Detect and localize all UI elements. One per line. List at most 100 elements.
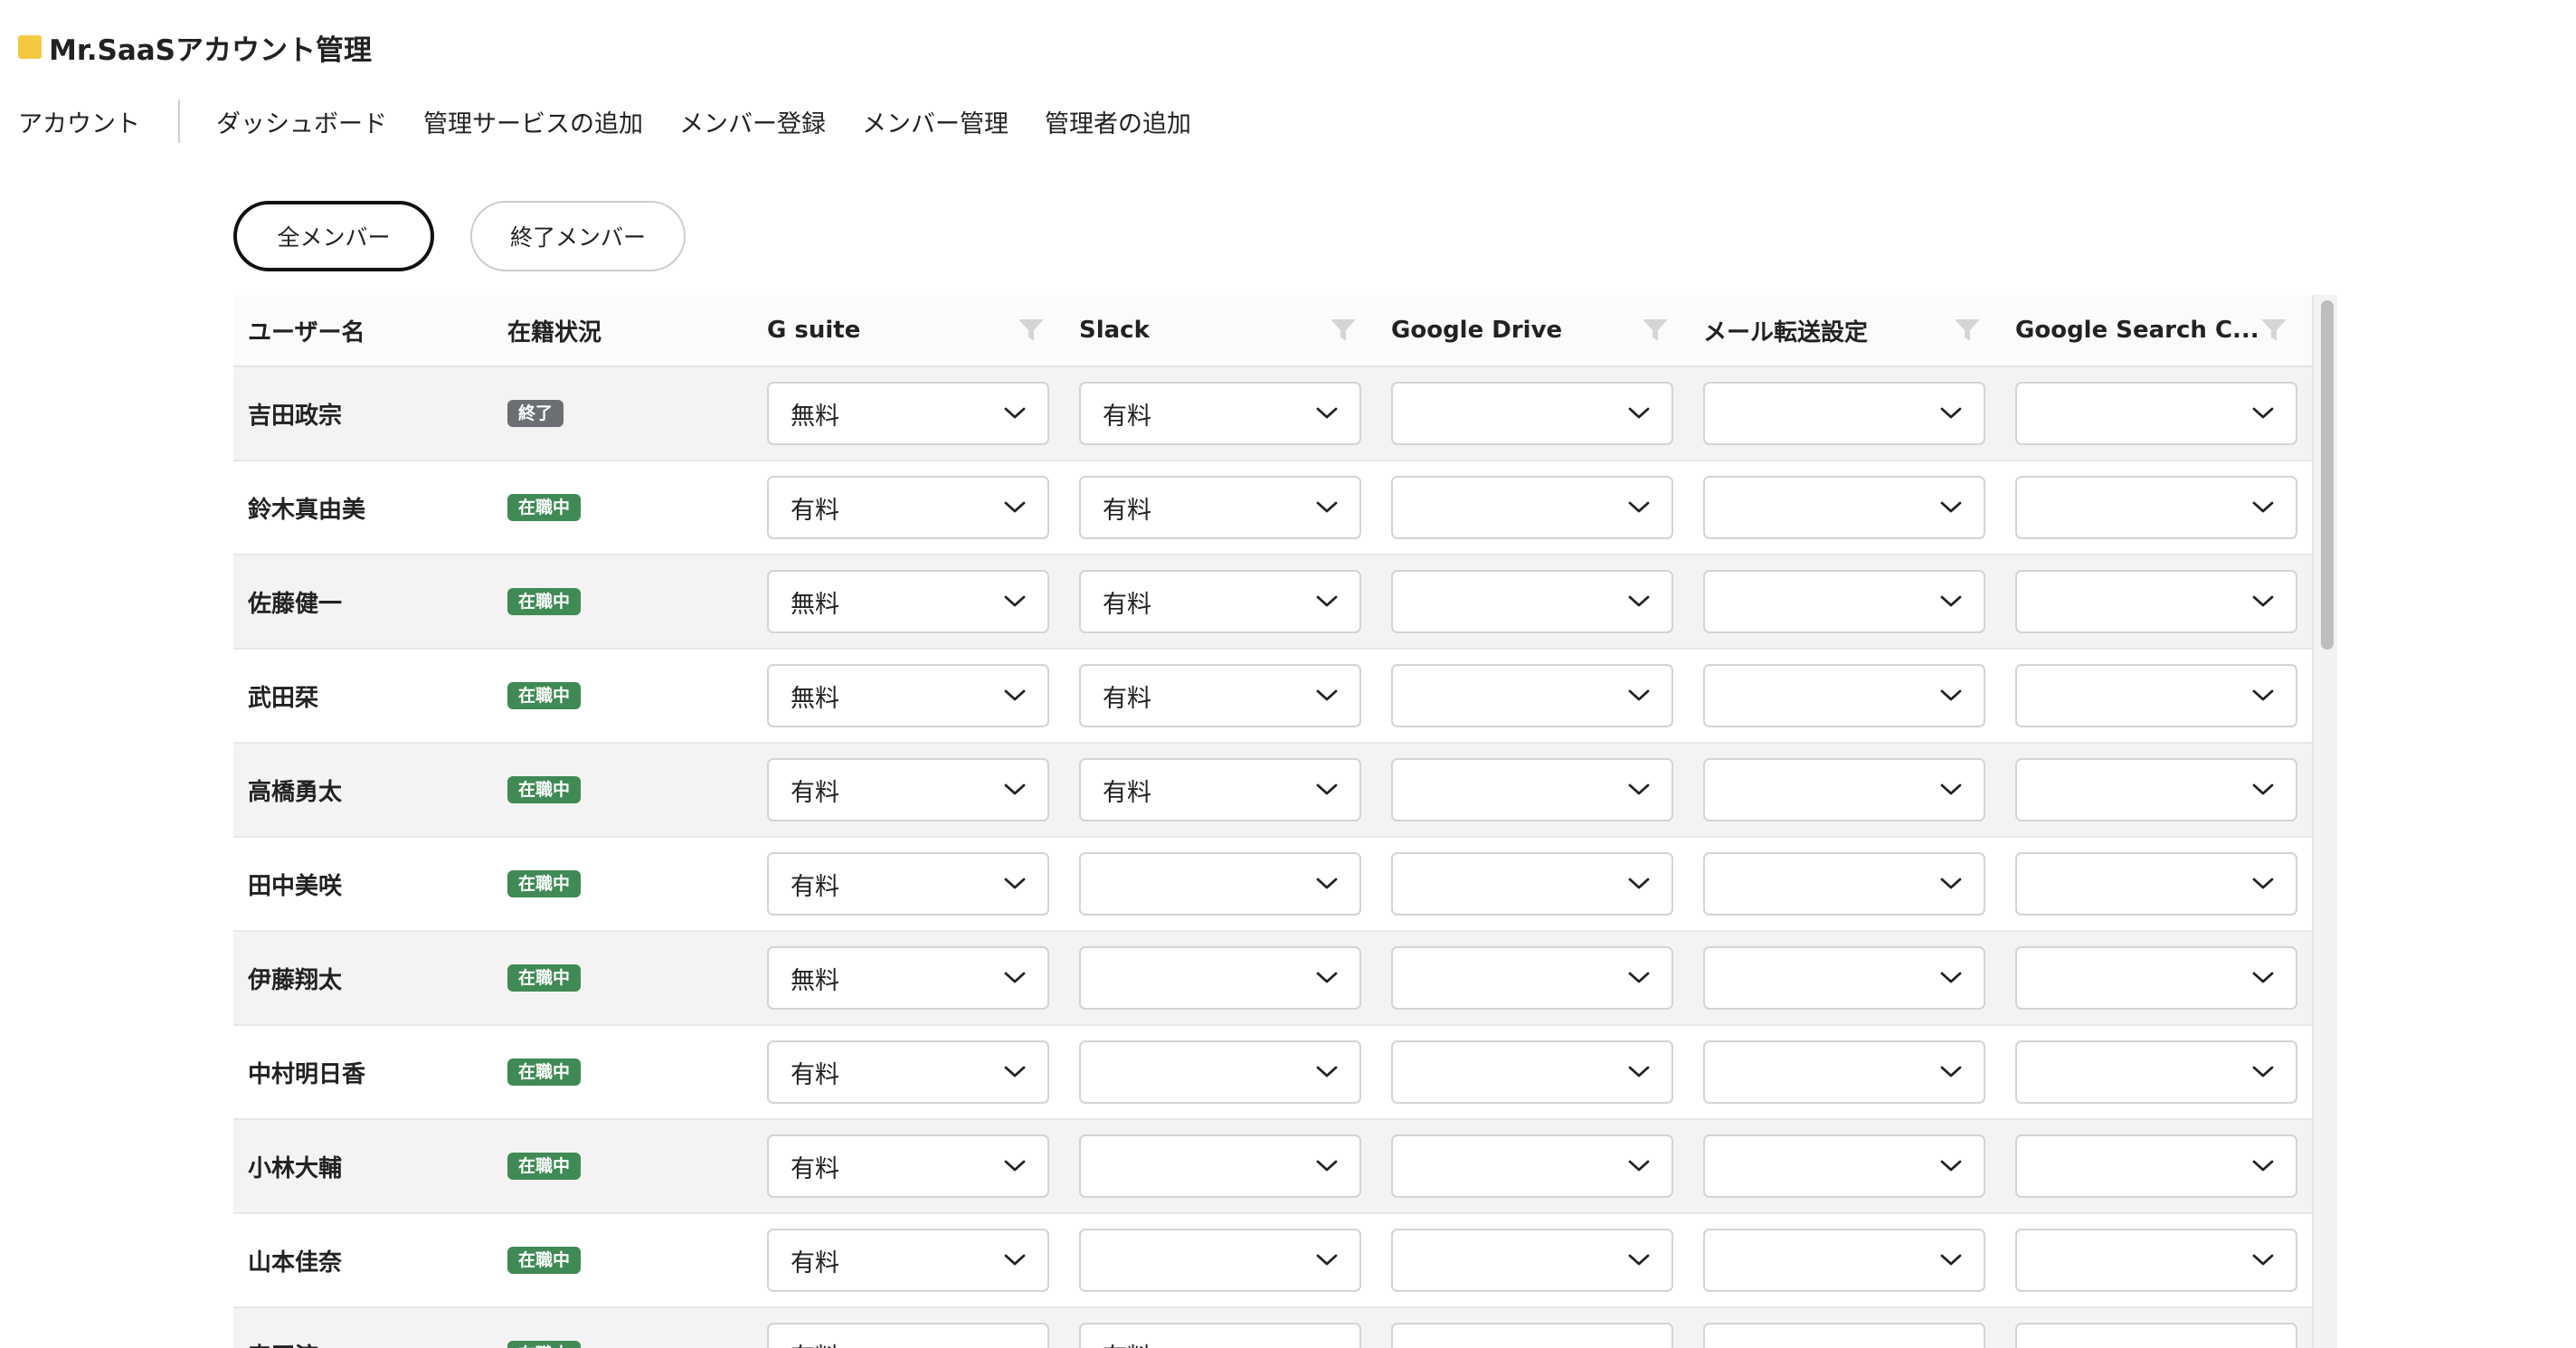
plan-select[interactable] xyxy=(1391,1323,1673,1348)
plan-select-value: 有料 xyxy=(791,778,839,807)
plan-select[interactable] xyxy=(2015,1134,2297,1198)
scrollbar-thumb[interactable] xyxy=(2321,300,2334,650)
plan-select[interactable] xyxy=(2015,1323,2297,1348)
nav-link-member-manage[interactable]: メンバー管理 xyxy=(862,104,1009,139)
plan-select[interactable]: 無料 xyxy=(767,570,1049,633)
plan-select[interactable] xyxy=(2015,758,2297,821)
plan-select[interactable] xyxy=(1391,1040,1673,1104)
tab-ended-members[interactable]: 終了メンバー xyxy=(470,201,686,271)
plan-select[interactable]: 無料 xyxy=(767,382,1049,445)
plan-select[interactable]: 有料 xyxy=(1079,570,1361,633)
table-scrollbar[interactable] xyxy=(2312,295,2337,1348)
status-cell: 在職中 xyxy=(493,555,753,648)
plan-select[interactable] xyxy=(2015,476,2297,539)
filter-icon[interactable] xyxy=(1330,318,1357,342)
plan-select[interactable] xyxy=(1391,1229,1673,1292)
plan-select[interactable] xyxy=(1391,664,1673,727)
plan-select[interactable] xyxy=(1391,758,1673,821)
service-cell: 有料 xyxy=(1065,461,1377,554)
filter-icon[interactable] xyxy=(1018,318,1045,342)
plan-select[interactable] xyxy=(1703,1040,1985,1104)
table-row: 小林大輔 在職中 有料 xyxy=(233,1120,2312,1214)
header-service-label: Slack xyxy=(1079,317,1150,344)
plan-select[interactable]: 無料 xyxy=(767,946,1049,1010)
nav-links: ダッシュボード 管理サービスの追加 メンバー登録 メンバー管理 管理者の追加 xyxy=(216,104,1227,139)
chevron-down-icon xyxy=(1628,1160,1650,1172)
service-cell xyxy=(1377,932,1689,1024)
service-cell: 有料 xyxy=(753,1120,1065,1212)
plan-select[interactable] xyxy=(1703,1323,1985,1348)
plan-select[interactable]: 有料 xyxy=(1079,1323,1361,1348)
filter-icon[interactable] xyxy=(1954,318,1981,342)
service-cell xyxy=(2001,367,2307,460)
status-badge: 在職中 xyxy=(507,1340,582,1348)
plan-select[interactable]: 有料 xyxy=(1079,758,1361,821)
plan-select[interactable]: 有料 xyxy=(767,476,1049,539)
plan-select[interactable]: 有料 xyxy=(1079,382,1361,445)
plan-select[interactable] xyxy=(1391,852,1673,916)
plan-select-value: 無料 xyxy=(791,966,839,995)
filter-icon[interactable] xyxy=(2260,318,2287,342)
plan-select[interactable] xyxy=(1703,664,1985,727)
status-badge: 在職中 xyxy=(507,587,582,616)
user-name-cell: 武田栞 xyxy=(233,650,493,742)
logo-icon xyxy=(18,35,42,59)
status-cell: 在職中 xyxy=(493,1026,753,1118)
service-cell xyxy=(1377,461,1689,554)
plan-select[interactable] xyxy=(2015,570,2297,633)
plan-select-value: 有料 xyxy=(791,1248,839,1277)
plan-select[interactable]: 有料 xyxy=(767,852,1049,916)
plan-select[interactable] xyxy=(1391,946,1673,1010)
chevron-down-icon xyxy=(1628,595,1650,607)
plan-select[interactable] xyxy=(1703,946,1985,1010)
plan-select[interactable] xyxy=(1391,382,1673,445)
service-cell xyxy=(2001,555,2307,648)
service-cell: 有料 xyxy=(1065,555,1377,648)
plan-select[interactable] xyxy=(2015,1040,2297,1104)
chevron-down-icon xyxy=(1004,1254,1026,1266)
plan-select[interactable]: 有料 xyxy=(767,758,1049,821)
plan-select[interactable]: 有料 xyxy=(1079,664,1361,727)
nav-account[interactable]: アカウント xyxy=(18,104,140,139)
plan-select[interactable]: 無料 xyxy=(767,664,1049,727)
plan-select[interactable] xyxy=(1703,852,1985,916)
chevron-down-icon xyxy=(1628,689,1650,701)
plan-select[interactable] xyxy=(2015,946,2297,1010)
header-service-label: Google Drive xyxy=(1391,317,1563,344)
nav-link-dashboard[interactable]: ダッシュボード xyxy=(216,104,387,139)
plan-select[interactable] xyxy=(1391,570,1673,633)
filter-icon[interactable] xyxy=(1642,318,1669,342)
plan-select[interactable] xyxy=(1703,476,1985,539)
status-badge: 終了 xyxy=(507,399,564,428)
plan-select[interactable] xyxy=(2015,382,2297,445)
nav-link-member-register[interactable]: メンバー登録 xyxy=(679,104,826,139)
plan-select[interactable] xyxy=(1703,382,1985,445)
status-badge: 在職中 xyxy=(507,493,582,522)
plan-select[interactable] xyxy=(1703,1229,1985,1292)
plan-select[interactable]: 有料 xyxy=(767,1040,1049,1104)
plan-select[interactable] xyxy=(1703,1134,1985,1198)
chevron-down-icon xyxy=(2252,1160,2274,1172)
plan-select[interactable] xyxy=(1079,1229,1361,1292)
plan-select[interactable] xyxy=(2015,852,2297,916)
nav-link-add-service[interactable]: 管理サービスの追加 xyxy=(423,104,643,139)
plan-select[interactable] xyxy=(1703,758,1985,821)
service-cell: 有料 xyxy=(753,838,1065,930)
plan-select[interactable]: 有料 xyxy=(767,1134,1049,1198)
nav-link-add-admin[interactable]: 管理者の追加 xyxy=(1045,104,1191,139)
plan-select[interactable] xyxy=(1391,476,1673,539)
plan-select[interactable] xyxy=(2015,1229,2297,1292)
plan-select[interactable]: 有料 xyxy=(767,1323,1049,1348)
tab-all-members[interactable]: 全メンバー xyxy=(233,201,434,271)
plan-select[interactable] xyxy=(1079,946,1361,1010)
plan-select[interactable]: 有料 xyxy=(767,1229,1049,1292)
plan-select[interactable] xyxy=(1703,570,1985,633)
plan-select[interactable] xyxy=(1079,1040,1361,1104)
plan-select[interactable] xyxy=(2015,664,2297,727)
plan-select[interactable] xyxy=(1391,1134,1673,1198)
plan-select[interactable] xyxy=(1079,1134,1361,1198)
app-header: Mr.SaaSアカウント管理 xyxy=(18,25,372,69)
chevron-down-icon xyxy=(1940,595,1962,607)
plan-select[interactable] xyxy=(1079,852,1361,916)
plan-select[interactable]: 有料 xyxy=(1079,476,1361,539)
